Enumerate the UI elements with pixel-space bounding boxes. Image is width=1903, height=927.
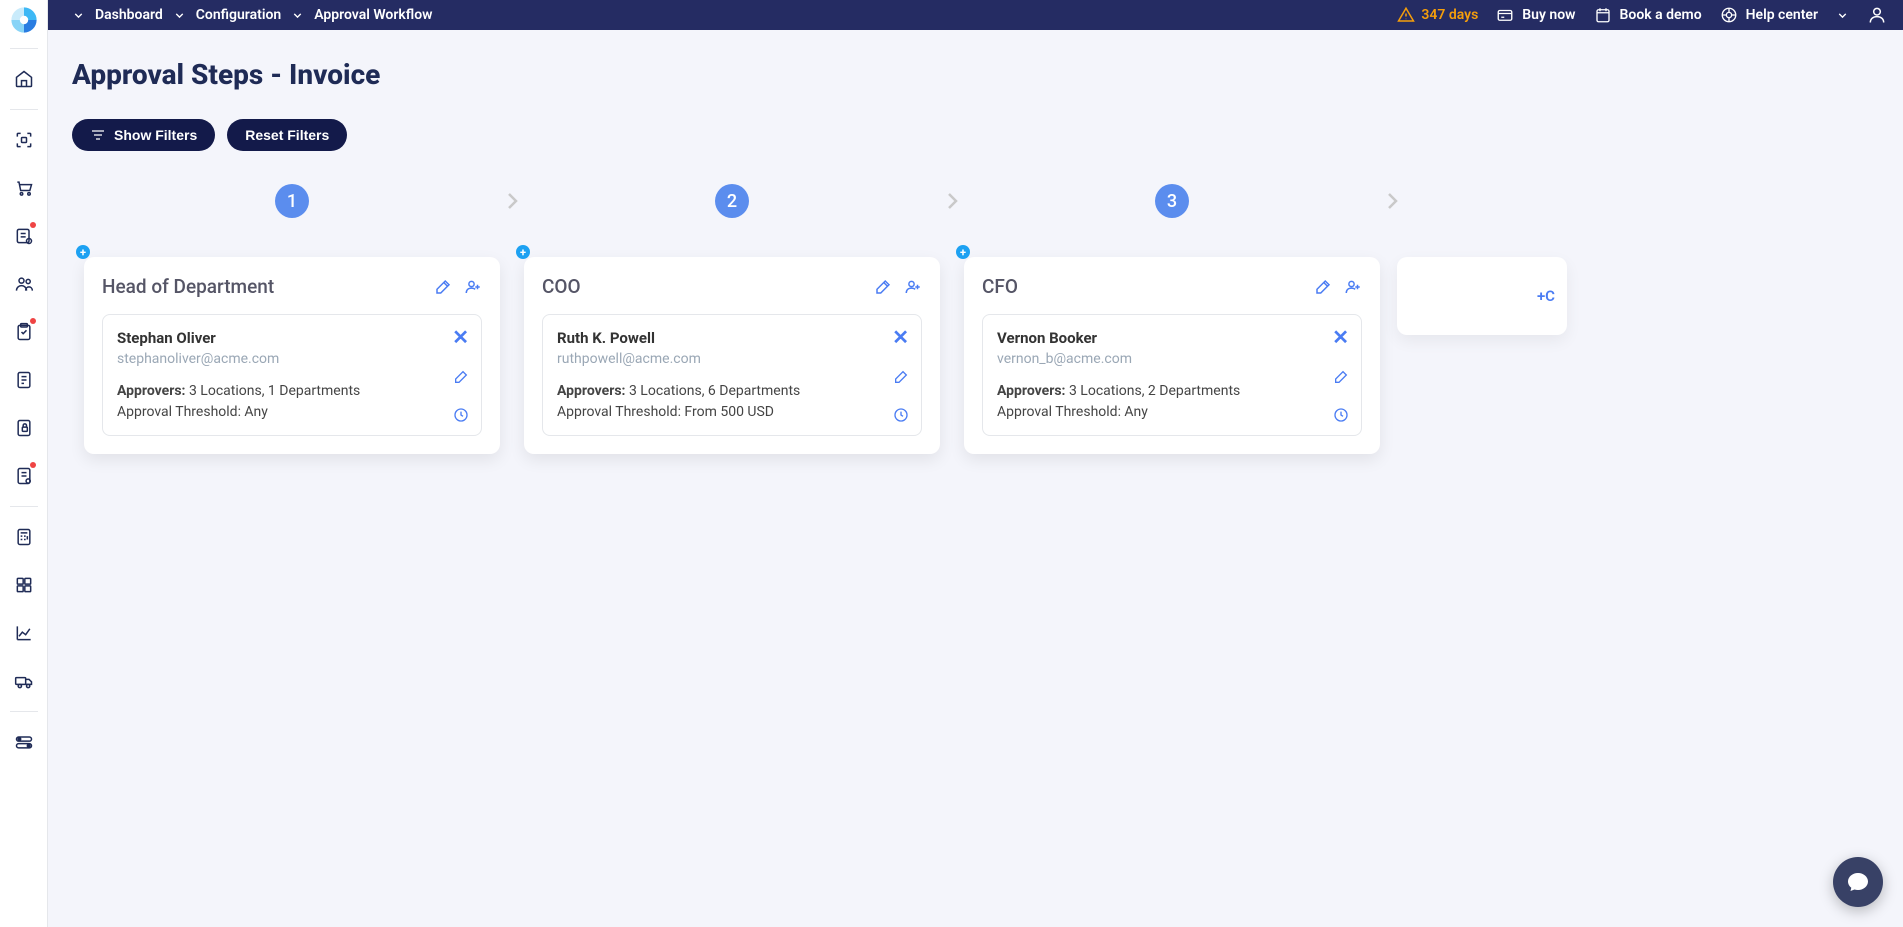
clipboard-icon[interactable]	[4, 312, 44, 352]
card-title: Head of Department	[102, 275, 274, 298]
edit-step-icon[interactable]	[874, 278, 892, 296]
cart-icon[interactable]	[4, 168, 44, 208]
breadcrumb-approval-workflow[interactable]: Approval Workflow	[314, 7, 432, 23]
analytics-icon[interactable]	[4, 613, 44, 653]
days-remaining: 347 days	[1397, 6, 1478, 24]
step-column: 1 + Head of Department	[72, 181, 512, 454]
edit-approver-icon[interactable]	[453, 369, 469, 385]
chevron-down-icon[interactable]	[291, 9, 304, 22]
reset-filters-button[interactable]: Reset Filters	[227, 119, 347, 151]
add-approver-icon[interactable]	[904, 278, 922, 296]
edit-step-icon[interactable]	[1314, 278, 1332, 296]
topbar: Dashboard Configuration Approval Workflo…	[48, 0, 1903, 30]
approvers-label: Approvers:	[997, 383, 1065, 399]
step-card: Head of Department Steph	[84, 257, 500, 454]
show-filters-button[interactable]: Show Filters	[72, 119, 215, 151]
add-step-button[interactable]: +	[956, 245, 970, 259]
step-card: COO Ruth K. Powell	[524, 257, 940, 454]
add-approver-icon[interactable]	[464, 278, 482, 296]
request-icon[interactable]	[4, 216, 44, 256]
approver-name: Ruth K. Powell	[557, 329, 907, 347]
approvers-label: Approvers:	[117, 383, 185, 399]
history-icon[interactable]	[1333, 407, 1349, 423]
demo-label: Book a demo	[1620, 7, 1702, 23]
approver-email: stephanoliver@acme.com	[117, 351, 467, 367]
book-demo-link[interactable]: Book a demo	[1594, 6, 1702, 24]
approver-box: Vernon Booker vernon_b@acme.com Approver…	[982, 314, 1362, 436]
chat-widget-button[interactable]	[1833, 857, 1883, 907]
breadcrumb-configuration[interactable]: Configuration	[196, 7, 281, 23]
approver-box: Stephan Oliver stephanoliver@acme.com Ap…	[102, 314, 482, 436]
step-number-badge: 3	[1155, 184, 1189, 218]
days-label: 347 days	[1421, 7, 1478, 23]
approver-box: Ruth K. Powell ruthpowell@acme.com Appro…	[542, 314, 922, 436]
sidebar	[0, 0, 48, 927]
add-approver-icon[interactable]	[1344, 278, 1362, 296]
app-logo-icon	[10, 6, 38, 34]
step-column-extra: +C	[1392, 181, 1572, 335]
history-icon[interactable]	[893, 407, 909, 423]
users-icon[interactable]	[4, 264, 44, 304]
receipt-icon[interactable]	[4, 360, 44, 400]
approver-email: vernon_b@acme.com	[997, 351, 1347, 367]
step-number-badge: 1	[275, 184, 309, 218]
page-title: Approval Steps - Invoice	[72, 58, 1879, 91]
home-icon[interactable]	[4, 59, 44, 99]
step-column: 3 + CFO	[952, 181, 1392, 454]
approver-name: Stephan Oliver	[117, 329, 467, 347]
divider	[10, 711, 38, 712]
calculator-icon[interactable]	[4, 517, 44, 557]
approver-email: ruthpowell@acme.com	[557, 351, 907, 367]
add-column-card[interactable]: +C	[1397, 257, 1567, 335]
chevron-down-icon[interactable]	[173, 9, 186, 22]
approvers-value: 3 Locations, 1 Departments	[185, 383, 360, 399]
add-step-button[interactable]: +	[516, 245, 530, 259]
approvers-value: 3 Locations, 2 Departments	[1065, 383, 1240, 399]
invoice-icon[interactable]	[4, 456, 44, 496]
remove-approver-icon[interactable]: ✕	[452, 327, 469, 347]
add-column-label: +C	[1537, 287, 1555, 305]
reset-filters-label: Reset Filters	[245, 127, 329, 143]
remove-approver-icon[interactable]: ✕	[1332, 327, 1349, 347]
step-number-badge: 2	[715, 184, 749, 218]
edit-approver-icon[interactable]	[1333, 369, 1349, 385]
chevron-down-icon[interactable]	[72, 9, 85, 22]
divider	[10, 48, 38, 49]
toggle-icon[interactable]	[4, 722, 44, 762]
approval-threshold: Approval Threshold: From 500 USD	[557, 402, 907, 423]
breadcrumb-dashboard[interactable]: Dashboard	[95, 7, 163, 23]
steps-container: 1 + Head of Department	[72, 181, 1879, 474]
remove-approver-icon[interactable]: ✕	[892, 327, 909, 347]
card-title: COO	[542, 275, 581, 298]
user-icon[interactable]	[1867, 5, 1887, 25]
show-filters-label: Show Filters	[114, 127, 197, 143]
step-card: CFO Vernon Booker	[964, 257, 1380, 454]
help-center-link[interactable]: Help center	[1720, 6, 1818, 24]
buy-now-link[interactable]: Buy now	[1496, 6, 1575, 24]
chevron-down-icon[interactable]	[1836, 9, 1849, 22]
breadcrumb: Dashboard Configuration Approval Workflo…	[72, 7, 432, 23]
approvers-label: Approvers:	[557, 383, 625, 399]
edit-step-icon[interactable]	[434, 278, 452, 296]
approvers-value: 3 Locations, 6 Departments	[625, 383, 800, 399]
add-step-button[interactable]: +	[76, 245, 90, 259]
inventory-icon[interactable]	[4, 565, 44, 605]
buy-label: Buy now	[1522, 7, 1575, 23]
card-title: CFO	[982, 275, 1018, 298]
divider	[10, 109, 38, 110]
truck-icon[interactable]	[4, 661, 44, 701]
approval-threshold: Approval Threshold: Any	[997, 402, 1347, 423]
history-icon[interactable]	[453, 407, 469, 423]
approver-name: Vernon Booker	[997, 329, 1347, 347]
approval-threshold: Approval Threshold: Any	[117, 402, 467, 423]
step-column: 2 + COO	[512, 181, 952, 454]
edit-approver-icon[interactable]	[893, 369, 909, 385]
scan-icon[interactable]	[4, 120, 44, 160]
divider	[10, 506, 38, 507]
help-label: Help center	[1746, 7, 1818, 23]
lock-doc-icon[interactable]	[4, 408, 44, 448]
